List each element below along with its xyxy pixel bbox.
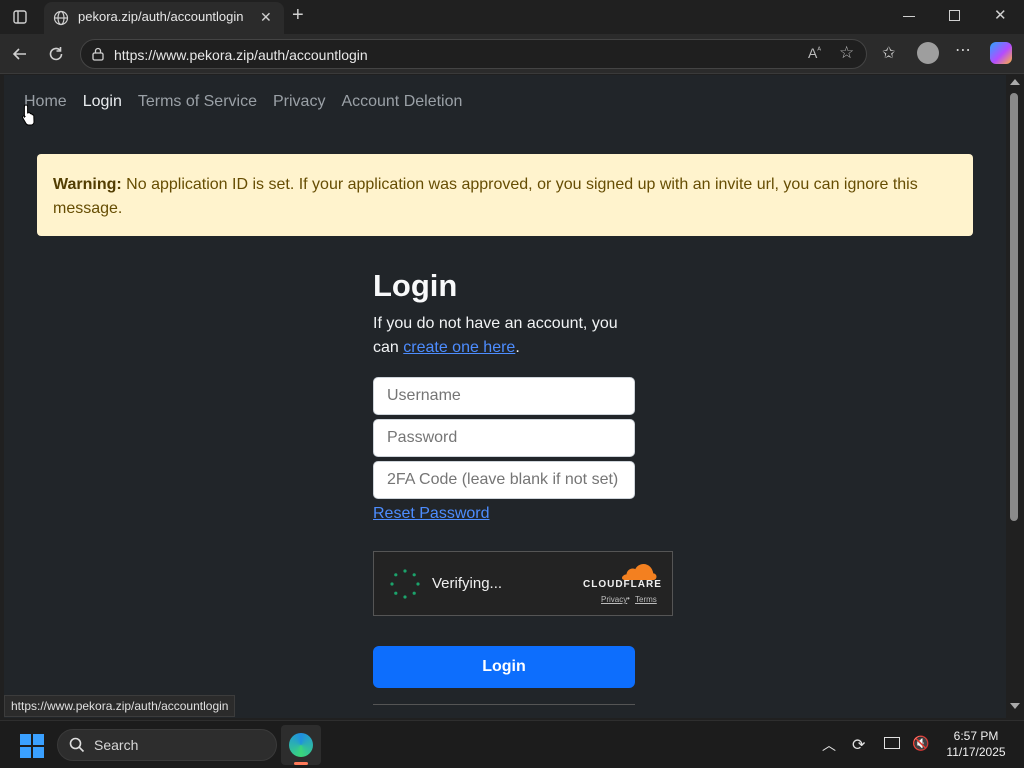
nav-privacy[interactable]: Privacy bbox=[273, 93, 325, 111]
tab-title: pekora.zip/auth/accountlogin bbox=[78, 9, 244, 24]
edge-taskbar-icon[interactable] bbox=[281, 725, 321, 765]
spinner-icon bbox=[389, 568, 421, 605]
login-subtitle: If you do not have an account, you can c… bbox=[373, 312, 635, 360]
windows-taskbar: Search ︿ ⟳ 🔇 6:57 PM 11/17/2025 bbox=[0, 720, 1024, 768]
refresh-icon[interactable] bbox=[41, 39, 71, 69]
tab-pekora[interactable]: pekora.zip/auth/accountlogin ✕ bbox=[44, 2, 284, 34]
warning-text: No application ID is set. If your applic… bbox=[53, 176, 918, 217]
new-tab-icon[interactable]: + bbox=[292, 4, 304, 27]
page-content: Home Login Terms of Service Privacy Acco… bbox=[4, 75, 1006, 718]
link-status-bar: https://www.pekora.zip/auth/accountlogin bbox=[4, 695, 236, 717]
page-scrollbar[interactable] bbox=[1006, 75, 1024, 718]
taskbar-search[interactable]: Search bbox=[57, 729, 277, 761]
clock-date: 11/17/2025 bbox=[946, 745, 1006, 759]
volume-muted-icon[interactable]: 🔇 bbox=[912, 735, 929, 752]
globe-icon bbox=[53, 10, 69, 31]
twofa-input[interactable] bbox=[373, 461, 635, 499]
window-close-icon[interactable]: ✕ bbox=[994, 6, 1007, 24]
page-title: Login bbox=[373, 268, 458, 303]
windows-start-icon[interactable] bbox=[20, 734, 44, 763]
cloudflare-brand: CLOUDFLARE bbox=[583, 579, 662, 590]
more-options-icon[interactable]: ⋯ bbox=[955, 40, 971, 60]
favorites-icon[interactable]: ✩ bbox=[882, 43, 895, 63]
sync-status-icon[interactable]: ⟳ bbox=[852, 735, 865, 755]
turnstile-terms-link[interactable]: Terms bbox=[635, 595, 657, 604]
create-account-link[interactable]: create one here bbox=[403, 339, 515, 356]
nav-account-deletion[interactable]: Account Deletion bbox=[341, 93, 462, 111]
scrollbar-thumb[interactable] bbox=[1010, 93, 1018, 521]
turnstile-privacy-link[interactable]: Privacy bbox=[601, 595, 627, 604]
clock-time: 6:57 PM bbox=[953, 729, 999, 743]
favorite-star-icon[interactable]: ☆ bbox=[839, 43, 854, 63]
address-bar[interactable]: https://www.pekora.zip/auth/accountlogin… bbox=[80, 39, 867, 69]
search-label: Search bbox=[94, 737, 139, 753]
subtitle-end: . bbox=[515, 339, 520, 356]
tab-actions-icon[interactable] bbox=[5, 2, 35, 32]
mouse-cursor-hand-icon bbox=[21, 103, 37, 132]
show-hidden-icons-icon[interactable]: ︿ bbox=[822, 735, 836, 755]
scroll-up-icon[interactable] bbox=[1010, 79, 1020, 85]
login-form: Login If you do not have an account, you… bbox=[373, 268, 673, 705]
scroll-down-icon[interactable] bbox=[1010, 703, 1020, 709]
search-icon bbox=[69, 737, 85, 758]
warning-alert: Warning: No application ID is set. If yo… bbox=[37, 154, 973, 236]
taskbar-clock[interactable]: 6:57 PM 11/17/2025 bbox=[938, 728, 1014, 760]
url-text: https://www.pekora.zip/auth/accountlogin bbox=[114, 47, 368, 63]
login-button[interactable]: Login bbox=[373, 646, 635, 688]
display-icon[interactable] bbox=[884, 737, 900, 749]
cloudflare-turnstile-widget[interactable]: Verifying... CLOUDFLARE Privacy • Terms bbox=[373, 551, 673, 616]
profile-avatar[interactable] bbox=[917, 42, 939, 64]
copilot-icon[interactable] bbox=[990, 42, 1012, 64]
back-icon[interactable] bbox=[5, 39, 35, 69]
divider bbox=[373, 704, 635, 705]
warning-label: Warning: bbox=[53, 176, 122, 193]
tab-strip: pekora.zip/auth/accountlogin ✕ + ✕ bbox=[0, 0, 1024, 34]
tab-close-icon[interactable]: ✕ bbox=[260, 9, 272, 26]
turnstile-separator: • bbox=[627, 594, 630, 603]
restore-icon[interactable] bbox=[949, 10, 960, 21]
minimize-icon[interactable] bbox=[903, 16, 915, 17]
reset-password-link[interactable]: Reset Password bbox=[373, 505, 490, 523]
turnstile-status: Verifying... bbox=[432, 575, 503, 592]
site-nav: Home Login Terms of Service Privacy Acco… bbox=[24, 93, 462, 111]
browser-toolbar: https://www.pekora.zip/auth/accountlogin… bbox=[0, 34, 1024, 74]
password-input[interactable] bbox=[373, 419, 635, 457]
nav-login[interactable]: Login bbox=[83, 93, 122, 111]
nav-terms[interactable]: Terms of Service bbox=[138, 93, 257, 111]
site-info-lock-icon[interactable] bbox=[91, 47, 105, 66]
username-input[interactable] bbox=[373, 377, 635, 415]
read-aloud-icon[interactable]: Aᴬ bbox=[808, 45, 821, 61]
